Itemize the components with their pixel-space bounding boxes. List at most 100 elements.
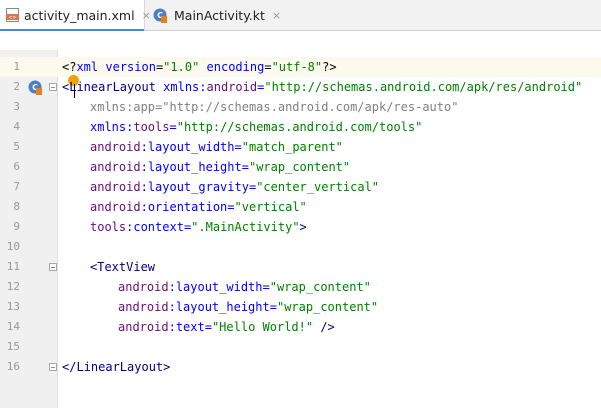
code-token: android (90, 140, 141, 154)
line-number: 13 (6, 300, 20, 313)
code-line-9[interactable]: tools:context=".MainActivity"> (90, 217, 307, 237)
code-token: xml (76, 60, 99, 74)
code-token: layout_height (147, 160, 242, 174)
code-token: <? (62, 60, 77, 74)
code-token: "http://schemas.android.com/tools" (176, 120, 423, 134)
tab-label: MainActivity.kt (174, 8, 265, 23)
line-number: 6 (13, 160, 20, 173)
code-line-16[interactable]: </LinearLayout> (62, 357, 170, 377)
code-line-1[interactable]: <?xml version="1.0" encoding="utf-8"?> (62, 57, 337, 77)
fold-toggle-icon[interactable] (49, 83, 57, 91)
code-line-11[interactable]: <TextView (90, 257, 155, 277)
code-token: = (227, 200, 235, 214)
code-token: = (269, 300, 277, 314)
code-token: android (90, 200, 141, 214)
kotlin-file-icon: C (153, 8, 167, 23)
code-token: </ (62, 360, 77, 374)
code-line-5[interactable]: android:layout_width="match_parent" (90, 137, 343, 157)
code-token: LinearLayout (76, 360, 164, 374)
line-number: 1 (13, 60, 20, 73)
code-token: > (163, 360, 171, 374)
svg-text:<>: <> (8, 15, 16, 21)
code-token: = (262, 280, 270, 294)
close-tab-icon[interactable]: × (272, 9, 281, 22)
editor-tab-bar: <> activity_main.xml × C MainActivity.kt… (0, 0, 601, 32)
code-token: encoding (199, 60, 265, 74)
line-number: 15 (6, 340, 20, 353)
code-token: "utf-8" (271, 60, 323, 74)
line-number: 5 (13, 140, 20, 153)
code-token: : (199, 80, 207, 94)
code-token: text (175, 320, 205, 334)
xml-file-icon: <> (6, 8, 19, 22)
code-token: "http://schemas.android.com/apk/res/andr… (264, 80, 583, 94)
tab-activity-main-xml[interactable]: <> activity_main.xml × (0, 0, 151, 32)
line-number: 2 (13, 80, 20, 93)
code-token: xmlns (155, 80, 200, 94)
code-line-7[interactable]: android:layout_gravity="center_vertical" (90, 177, 379, 197)
code-line-3[interactable]: xmlns:app="http://schemas.android.com/ap… (90, 97, 458, 117)
line-number: 8 (13, 200, 20, 213)
code-line-4[interactable]: xmlns:tools="http://schemas.android.com/… (90, 117, 422, 137)
code-token: android (118, 300, 169, 314)
code-token: context (133, 220, 184, 234)
code-token: android (90, 180, 141, 194)
code-token: /> (313, 320, 335, 334)
code-token: = (204, 320, 212, 334)
code-token: "match_parent" (241, 140, 343, 154)
code-line-2[interactable]: <LinearLayout xmlns:android="http://sche… (62, 77, 582, 97)
line-number: 14 (6, 320, 20, 333)
code-token: ".MainActivity" (191, 220, 300, 234)
code-token: "wrap_content" (248, 160, 351, 174)
line-number: 12 (6, 280, 20, 293)
code-line-12[interactable]: android:layout_width="wrap_content" (118, 277, 371, 297)
editor-breadcrumb-space (0, 31, 601, 50)
code-token: "1.0" (163, 60, 200, 74)
code-token: layout_width (147, 140, 235, 154)
code-token: orientation (147, 200, 228, 214)
code-token: = (264, 60, 272, 74)
code-token: ?> (322, 60, 337, 74)
code-token: > (299, 220, 307, 234)
code-token: layout_width (175, 280, 263, 294)
code-token: android (90, 160, 141, 174)
code-token: tools (90, 220, 127, 234)
line-number: 16 (6, 360, 20, 373)
code-token: android (118, 280, 169, 294)
code-token: : (140, 160, 148, 174)
code-token: : (168, 300, 176, 314)
code-line-8[interactable]: android:orientation="vertical" (90, 197, 307, 217)
code-token: "wrap_content" (269, 280, 371, 294)
code-token: "wrap_content" (276, 300, 379, 314)
tab-label: activity_main.xml (24, 8, 135, 23)
code-token: = (241, 160, 249, 174)
line-number: 9 (13, 220, 20, 233)
code-token: : (140, 200, 148, 214)
line-number: 10 (6, 240, 20, 253)
line-number: 4 (13, 120, 20, 133)
code-token: : (168, 320, 176, 334)
code-token: = (169, 120, 177, 134)
code-line-14[interactable]: android:text="Hello World!" /> (118, 317, 335, 337)
line-number: 3 (13, 100, 20, 113)
code-line-13[interactable]: android:layout_height="wrap_content" (118, 297, 378, 317)
code-token: : (140, 140, 148, 154)
code-token: version (98, 60, 156, 74)
activity-gutter-icon[interactable]: C (28, 79, 42, 95)
line-number: 11 (6, 260, 20, 273)
code-token: xmlns (90, 120, 127, 134)
code-token: tools (133, 120, 170, 134)
tab-mainactivity-kt[interactable]: C MainActivity.kt × (147, 0, 281, 31)
code-token: : (140, 180, 148, 194)
code-token: layout_gravity (147, 180, 249, 194)
code-token: android (118, 320, 169, 334)
fold-toggle-icon[interactable] (49, 263, 57, 271)
fold-toggle-icon[interactable] (49, 363, 57, 371)
code-line-6[interactable]: android:layout_height="wrap_content" (90, 157, 350, 177)
code-token: "Hello World!" (211, 320, 314, 334)
code-token: layout_height (175, 300, 270, 314)
line-number: 7 (13, 180, 20, 193)
code-token: TextView (97, 260, 156, 274)
code-token: LinearLayout (69, 80, 156, 94)
code-token: android (206, 80, 258, 94)
